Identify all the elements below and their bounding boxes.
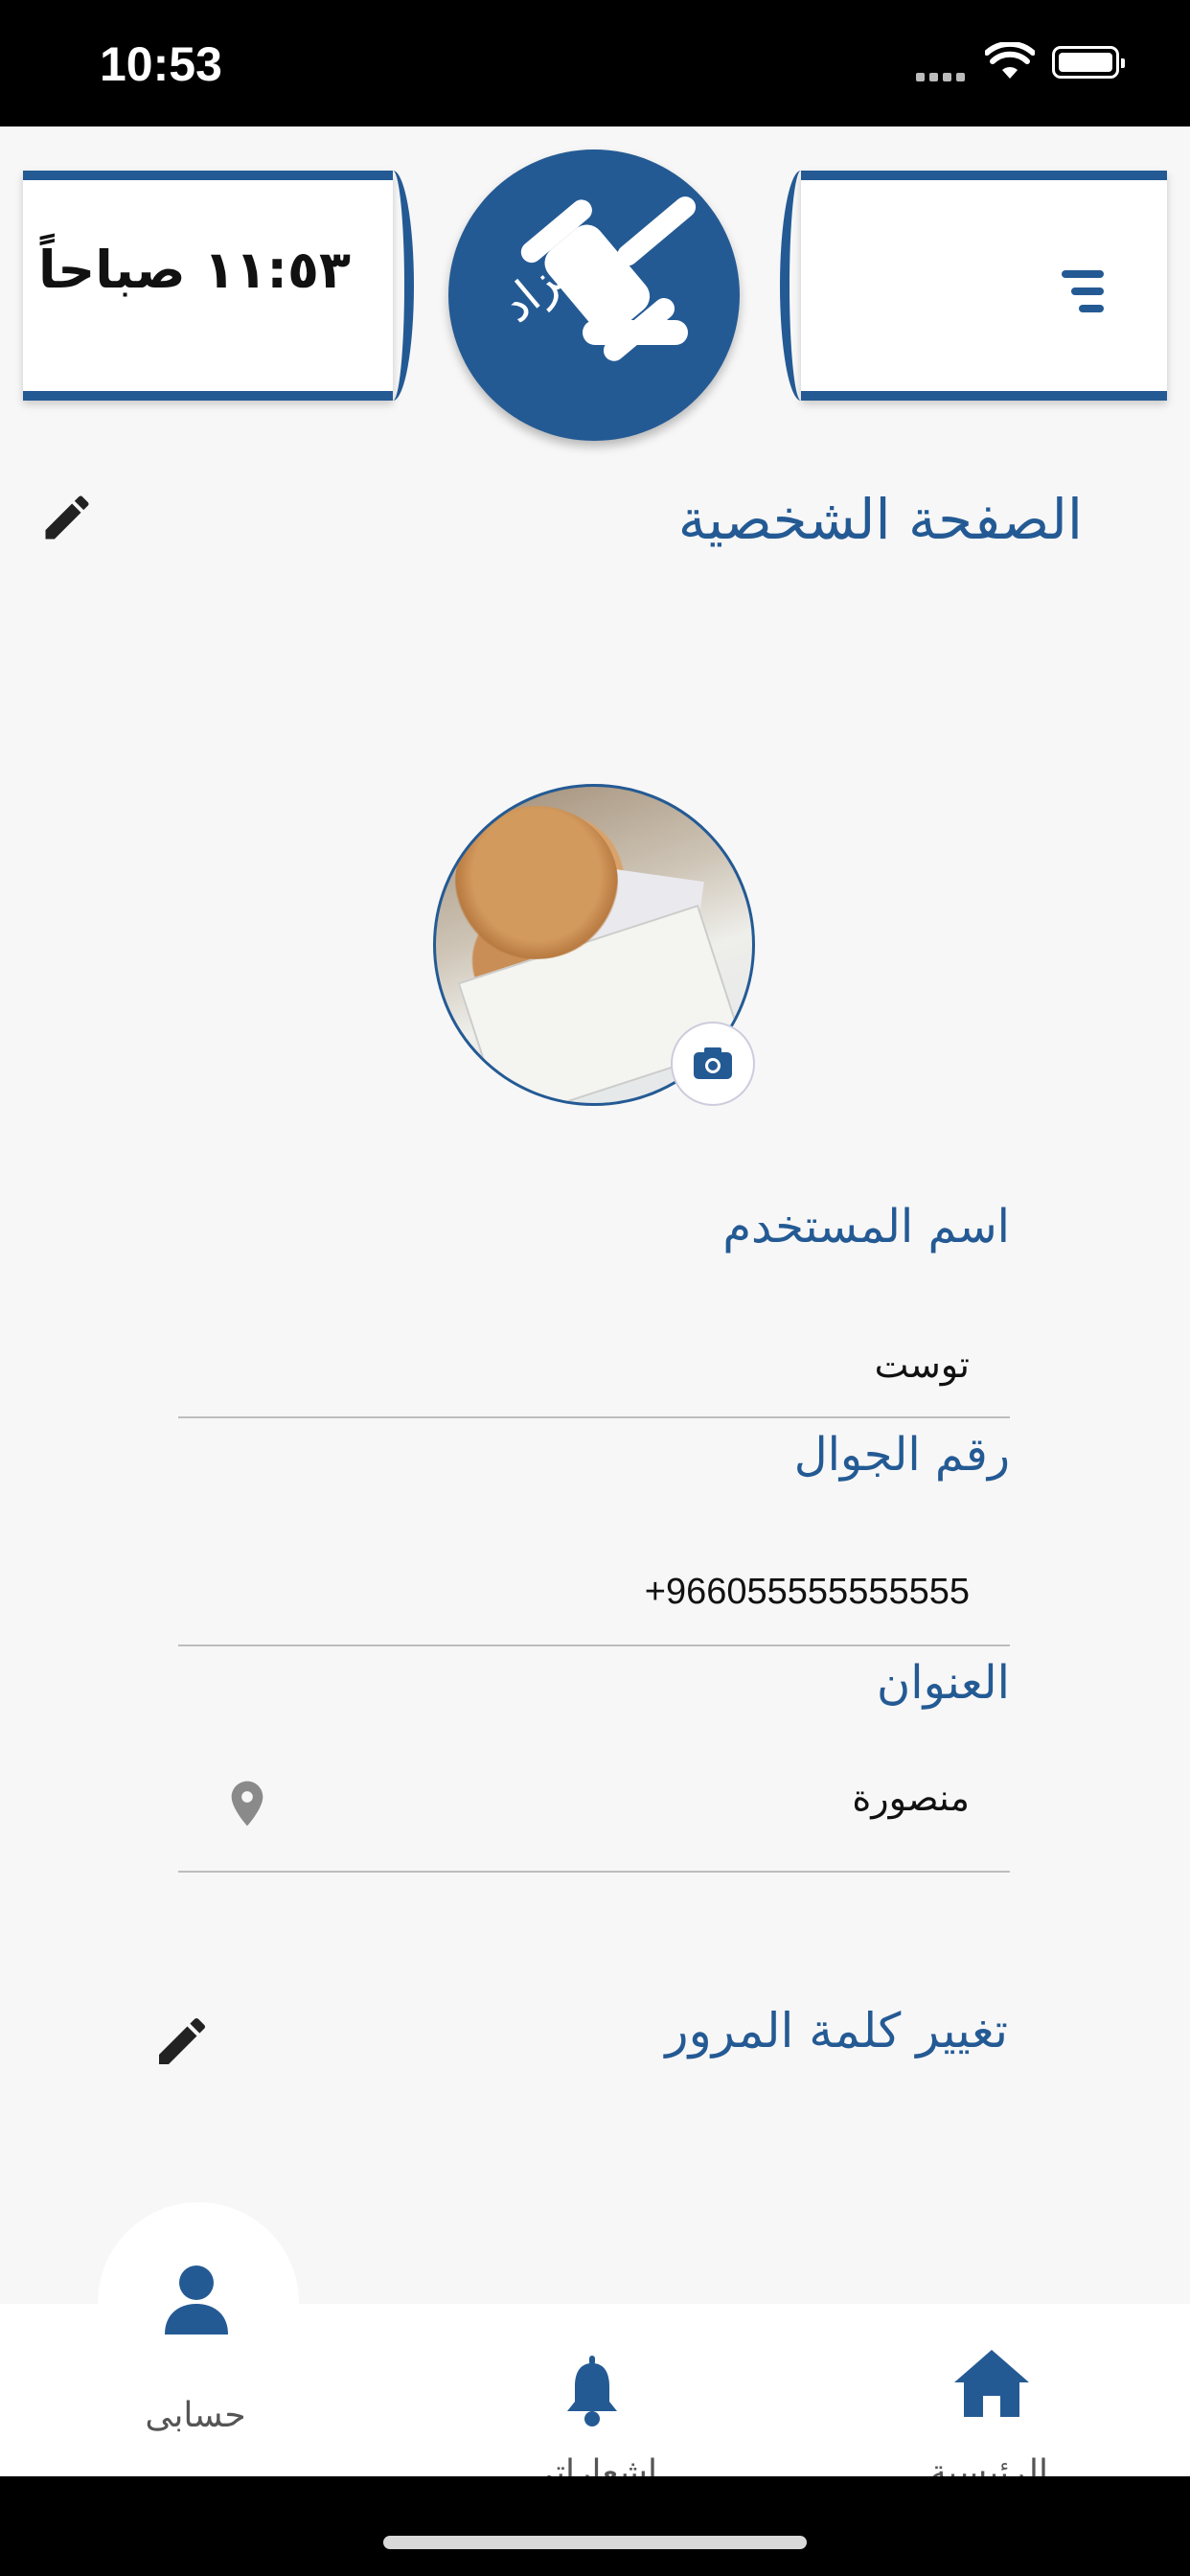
username-label: اسم المستخدم: [722, 1200, 1010, 1254]
page-title: الصفحة الشخصية: [677, 487, 1083, 552]
phone-field[interactable]: +966055555555555: [299, 1572, 970, 1613]
app-logo: [448, 150, 740, 441]
phone-label: رقم الجوال: [793, 1428, 1010, 1482]
pencil-icon[interactable]: [38, 489, 96, 550]
nav-item-profile[interactable]: حسابى: [100, 2396, 291, 2435]
wifi-icon: [984, 40, 1036, 84]
address-field[interactable]: منصورة: [299, 1777, 970, 1819]
phone-underline: [178, 1644, 1010, 1646]
address-label: العنوان: [877, 1656, 1010, 1710]
pencil-icon[interactable]: [151, 2011, 213, 2076]
address-underline: [178, 1871, 1010, 1873]
person-icon[interactable]: [163, 2264, 230, 2340]
username-underline: [178, 1416, 1010, 1418]
change-password-link[interactable]: تغيير كلمة المرور: [575, 2003, 1008, 2058]
header-right-frame: [780, 171, 1167, 401]
camera-button[interactable]: [671, 1022, 755, 1106]
signal-icon: [916, 67, 970, 85]
camera-icon: [694, 1047, 732, 1079]
home-icon[interactable]: [954, 2350, 1029, 2421]
home-indicator-area: [0, 2476, 1190, 2576]
status-time: 10:53: [100, 37, 222, 91]
location-pin-icon[interactable]: [220, 1773, 274, 1838]
username-field[interactable]: توست: [299, 1344, 970, 1386]
battery-icon: [1052, 46, 1125, 79]
bell-icon[interactable]: [563, 2356, 621, 2430]
menu-icon[interactable]: [1062, 270, 1108, 316]
header-time: ١١:٥٣ صباحاً: [38, 240, 351, 300]
home-indicator[interactable]: [383, 2536, 807, 2549]
